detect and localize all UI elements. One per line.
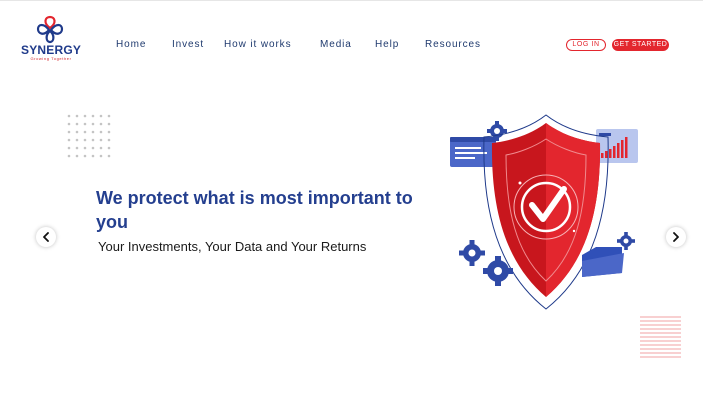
carousel-prev-button[interactable] [36,227,56,247]
chevron-left-icon [43,232,49,242]
folder-icon [582,247,624,277]
nav-how-it-works[interactable]: How it works [224,39,291,50]
brand-logo[interactable]: SYNERGY Growing Together [21,15,81,63]
browser-window-icon [450,137,496,167]
chevron-right-icon [673,232,679,242]
chart-card-icon [596,129,638,163]
nav-invest[interactable]: Invest [172,39,204,50]
gear-icon [459,240,485,266]
hero-headline: We protect what is most important to you [96,188,413,232]
nav-help[interactable]: Help [375,39,399,50]
nav-media[interactable]: Media [320,39,352,50]
synergy-logo-icon [36,15,64,44]
brand-tagline: Growing Together [30,56,72,61]
gear-icon [483,256,513,286]
stripe-decoration [640,316,681,358]
login-button[interactable]: LOG IN [566,39,606,51]
carousel-next-button[interactable] [666,227,686,247]
nav-resources[interactable]: Resources [425,39,481,50]
brand-name: SYNERGY [21,43,82,57]
security-shield-illustration [450,114,638,310]
dot-grid-decoration [67,114,111,158]
get-started-button[interactable]: GET STARTED [612,39,669,51]
nav-home[interactable]: Home [116,39,146,50]
hero-subheadline: Your Investments, Your Data and Your Ret… [98,239,367,254]
